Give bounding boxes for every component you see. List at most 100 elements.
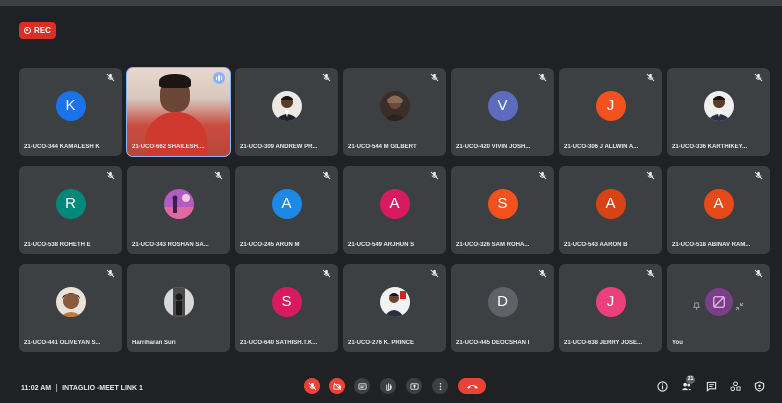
meeting-title: INTAGLIO -MEET LINK 1 [62, 384, 143, 392]
recording-badge[interactable]: REC [19, 22, 56, 39]
speaking-indicator-icon [213, 72, 225, 84]
mic-off-icon [322, 269, 331, 278]
mic-off-icon [646, 269, 655, 278]
host-controls-button[interactable] [754, 381, 765, 392]
participant-name: 21-UCO-544 M GILBERT [348, 144, 417, 150]
more-options-button[interactable] [432, 378, 448, 394]
mic-off-icon [322, 73, 331, 82]
participant-name: 21-UCO-420 VIVIN JOSH... [456, 144, 531, 150]
mic-off-icon [538, 73, 547, 82]
minimize-icon[interactable] [735, 298, 744, 311]
mic-off-icon [106, 269, 115, 278]
avatar-photo [703, 90, 734, 121]
participant-tile[interactable]: J 21-UCO-638 JERRY JOSE... [559, 264, 662, 352]
mic-off-icon [646, 171, 655, 180]
activities-button[interactable] [730, 381, 741, 392]
camera-off-icon [332, 382, 341, 390]
chat-button[interactable] [706, 381, 717, 392]
participant-tile[interactable]: 21-UCO-309 ANDREW PR... [235, 68, 338, 156]
meeting-info: 11:02 AM INTAGLIO -MEET LINK 1 [21, 384, 143, 392]
mic-off-icon [322, 171, 331, 180]
participant-name: 21-UCO-306 J ALLWIN A... [564, 144, 639, 150]
participant-tile[interactable]: V 21-UCO-420 VIVIN JOSH... [451, 68, 554, 156]
participant-tile[interactable]: S 21-UCO-640 SATHISH.T.K... [235, 264, 338, 352]
avatar: J [595, 286, 626, 317]
participant-tile[interactable]: R 21-UCO-538 ROHETH E [19, 166, 122, 254]
captions-icon [357, 382, 367, 390]
participant-name: 21-UCO-543 AARON B [564, 242, 628, 248]
participant-name: 21-UCO-343 ROSHAN SA... [132, 242, 209, 248]
avatar-photo [55, 286, 86, 317]
avatar: S [271, 286, 302, 317]
mic-off-icon [538, 269, 547, 278]
meeting-details-button[interactable] [657, 381, 668, 392]
participant-name: 21-UCO-309 ANDREW PR... [240, 144, 318, 150]
participant-name: 21-UCO-276 K. PRINCE [348, 340, 415, 346]
camera-toggle-button[interactable] [329, 378, 345, 394]
participant-tile[interactable]: 21-UCO-343 ROSHAN SA... [127, 166, 230, 254]
participant-name: 21-UCO-640 SATHISH.T.K... [240, 340, 318, 346]
mic-off-icon [430, 269, 439, 278]
avatar: A [271, 188, 302, 219]
participant-tile-active-speaker[interactable]: 21-UCO-662 SHAILESH.... [126, 67, 231, 157]
bottom-toolbar: 11:02 AM INTAGLIO -MEET LINK 1 21 [0, 372, 782, 403]
mic-off-icon [430, 171, 439, 180]
participant-name: 21-UCO-445 DEOCSHAN I [456, 340, 530, 346]
mic-toggle-button[interactable] [304, 378, 320, 394]
shield-icon [754, 381, 765, 392]
participant-tile[interactable]: A 21-UCO-518 ABINAV RAM... [667, 166, 770, 254]
mic-off-icon [754, 73, 763, 82]
participant-tile[interactable]: A 21-UCO-543 AARON B [559, 166, 662, 254]
avatar-photo [379, 286, 410, 317]
avatar-photo [271, 90, 302, 121]
participant-tile[interactable]: D 21-UCO-445 DEOCSHAN I [451, 264, 554, 352]
activities-icon [730, 381, 741, 392]
participant-tile[interactable]: S 21-UCO-326 SAM ROHA... [451, 166, 554, 254]
self-tile[interactable]: You [667, 264, 770, 352]
hang-up-icon [466, 384, 478, 389]
pin-icon[interactable] [692, 298, 701, 311]
avatar: A [595, 188, 626, 219]
participant-tile[interactable]: 21-UCO-544 M GILBERT [343, 68, 446, 156]
raise-hand-icon [385, 382, 392, 391]
participant-tile[interactable]: K 21-UCO-344 KAMALESH K [19, 68, 122, 156]
participant-name: 21-UCO-344 KAMALESH K [24, 144, 100, 150]
participant-name: Harriharan Suri [132, 340, 176, 346]
captions-button[interactable] [354, 378, 370, 394]
participant-name: 21-UCO-549 ARJHUN S [348, 242, 415, 248]
participant-name: 21-UCO-538 ROHETH E [24, 242, 91, 248]
avatar: R [55, 188, 86, 219]
mic-off-icon [430, 73, 439, 82]
avatar: A [379, 188, 410, 219]
mic-off-icon [538, 171, 547, 180]
avatar-photo [163, 188, 194, 219]
recording-label: REC [34, 26, 51, 35]
mic-off-icon [754, 171, 763, 180]
leave-call-button[interactable] [458, 378, 486, 394]
current-time: 11:02 AM [21, 384, 52, 392]
participant-name: You [672, 340, 683, 346]
mic-off-icon [214, 171, 223, 180]
participant-tile[interactable]: A 21-UCO-245 ARUN M [235, 166, 338, 254]
participant-tile[interactable]: J 21-UCO-306 J ALLWIN A... [559, 68, 662, 156]
participant-name: 21-UCO-518 ABINAV RAM... [672, 242, 751, 248]
avatar: A [703, 188, 734, 219]
avatar: K [55, 90, 86, 121]
avatar-photo [379, 90, 410, 121]
avatar: D [487, 286, 518, 317]
participant-tile[interactable]: 21-UCO-336 KARTHIKEY... [667, 68, 770, 156]
avatar-photo [163, 286, 194, 317]
people-count-badge: 21 [686, 375, 695, 384]
participant-tile: Harriharan Suri [127, 264, 230, 352]
present-screen-icon [409, 382, 419, 390]
mic-off-icon [308, 382, 316, 390]
participant-tile[interactable]: 21-UCO-276 K. PRINCE [343, 264, 446, 352]
participant-tile[interactable]: A 21-UCO-549 ARJHUN S [343, 166, 446, 254]
mic-off-icon [754, 269, 763, 278]
participant-tile[interactable]: 21-UCO-441 OLIVEYAN S... [19, 264, 122, 352]
raise-hand-button[interactable] [380, 378, 396, 394]
more-vert-icon [439, 382, 441, 390]
present-button[interactable] [406, 378, 422, 394]
avatar: S [487, 188, 518, 219]
avatar: J [595, 90, 626, 121]
